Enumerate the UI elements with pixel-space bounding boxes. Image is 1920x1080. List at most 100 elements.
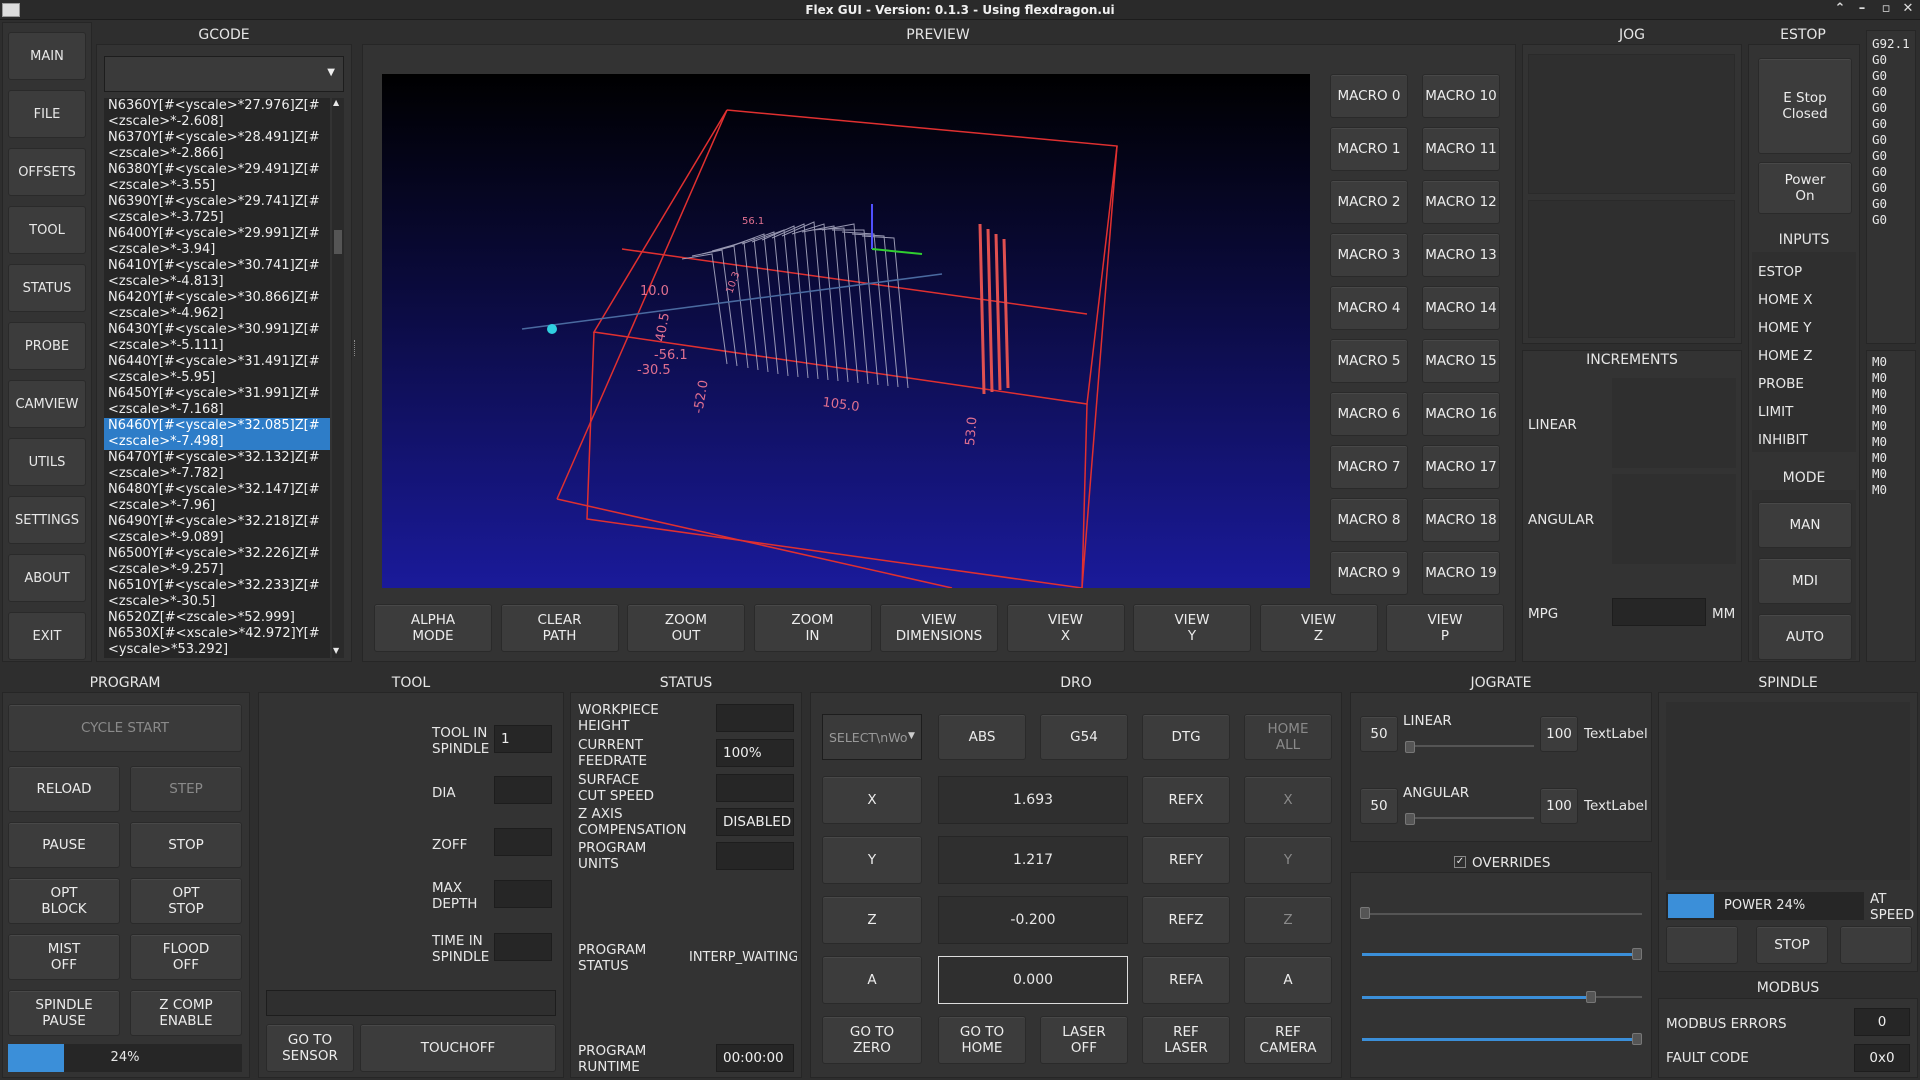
override-slider-1[interactable]: [1362, 913, 1642, 915]
home-y-button[interactable]: Y: [822, 836, 922, 884]
angular-min-button[interactable]: 50: [1360, 788, 1398, 824]
ref-x-button[interactable]: REFX: [1142, 776, 1230, 824]
macro-12-button[interactable]: MACRO 12: [1422, 180, 1500, 224]
gcode-line[interactable]: N6400Y[#<yscale>*29.991]Z[#: [104, 226, 330, 242]
gcode-line[interactable]: <zscale>*-3.94]: [104, 242, 330, 258]
flood-button[interactable]: FLOOD OFF: [130, 934, 242, 980]
spindle-stop-button[interactable]: STOP: [1756, 926, 1828, 964]
macro-2-button[interactable]: MACRO 2: [1330, 180, 1408, 224]
gcode-line[interactable]: <zscale>*-3.55]: [104, 178, 330, 194]
zero-y-button[interactable]: Y: [1244, 836, 1332, 884]
override-slider-2[interactable]: [1362, 953, 1638, 956]
override-handle-3[interactable]: [1586, 991, 1596, 1003]
linear-min-button[interactable]: 50: [1360, 716, 1398, 752]
abs-button[interactable]: ABS: [938, 714, 1026, 760]
gcode-line[interactable]: <zscale>*-7.498]: [104, 434, 330, 450]
macro-10-button[interactable]: MACRO 10: [1422, 74, 1500, 118]
gcode-line[interactable]: N6470Y[#<yscale>*32.132]Z[#: [104, 450, 330, 466]
zero-x-button[interactable]: X: [1244, 776, 1332, 824]
pause-button[interactable]: PAUSE: [8, 822, 120, 868]
gcode-line[interactable]: N6430Y[#<yscale>*30.991]Z[#: [104, 322, 330, 338]
preview-alpha-mode-button[interactable]: ALPHA MODE: [374, 604, 492, 652]
nav-offsets-button[interactable]: OFFSETS: [8, 148, 86, 196]
nav-file-button[interactable]: FILE: [8, 90, 86, 138]
gcode-line[interactable]: <zscale>*-2.608]: [104, 114, 330, 130]
macro-6-button[interactable]: MACRO 6: [1330, 392, 1408, 436]
home-x-button[interactable]: X: [822, 776, 922, 824]
linear-increments[interactable]: [1612, 378, 1736, 468]
spindle-cw-button[interactable]: [1840, 926, 1912, 964]
zero-a-button[interactable]: A: [1244, 956, 1332, 1004]
gcode-line[interactable]: N6530X[#<xscale>*42.972]Y[#: [104, 626, 330, 642]
gcode-line[interactable]: <yscale>*53.292]: [104, 642, 330, 658]
jog-buttons-area-2[interactable]: [1528, 200, 1735, 338]
macro-14-button[interactable]: MACRO 14: [1422, 286, 1500, 330]
ref-laser-button[interactable]: REF LASER: [1142, 1016, 1230, 1064]
home-a-button[interactable]: A: [822, 956, 922, 1004]
gcode-line[interactable]: N6500Y[#<yscale>*32.226]Z[#: [104, 546, 330, 562]
override-slider-3[interactable]: [1362, 996, 1592, 999]
override-handle-4[interactable]: [1632, 1033, 1642, 1045]
mist-button[interactable]: MIST OFF: [8, 934, 120, 980]
gcode-line[interactable]: <zscale>*-4.813]: [104, 274, 330, 290]
gcode-line[interactable]: <zscale>*-5.111]: [104, 338, 330, 354]
nav-about-button[interactable]: ABOUT: [8, 554, 86, 602]
preview-clear-path-button[interactable]: CLEAR PATH: [500, 604, 619, 652]
mode-man-button[interactable]: MAN: [1758, 502, 1852, 548]
nav-utils-button[interactable]: UTILS: [8, 438, 86, 486]
maximize-icon[interactable]: ▫: [1876, 1, 1896, 16]
step-button[interactable]: STEP: [130, 766, 242, 812]
gcode-line[interactable]: N6390Y[#<yscale>*29.741]Z[#: [104, 194, 330, 210]
gcode-line[interactable]: N6360Y[#<yscale>*27.976]Z[#: [104, 98, 330, 114]
override-handle-1[interactable]: [1360, 907, 1370, 919]
gcode-line[interactable]: N6480Y[#<yscale>*32.147]Z[#: [104, 482, 330, 498]
spindle-ccw-button[interactable]: [1666, 926, 1738, 964]
minimize-icon[interactable]: –: [1852, 1, 1872, 16]
macro-17-button[interactable]: MACRO 17: [1422, 445, 1500, 489]
jog-buttons-area[interactable]: [1528, 54, 1735, 194]
preview-view-z-button[interactable]: VIEW Z: [1259, 604, 1378, 652]
scroll-thumb[interactable]: [334, 230, 342, 254]
zero-z-button[interactable]: Z: [1244, 896, 1332, 944]
nav-tool-button[interactable]: TOOL: [8, 206, 86, 254]
gcode-file-select[interactable]: ▼: [104, 56, 344, 92]
go-to-sensor-button[interactable]: GO TO SENSOR: [266, 1024, 354, 1072]
macro-18-button[interactable]: MACRO 18: [1422, 498, 1500, 542]
gcode-line[interactable]: N6370Y[#<yscale>*28.491]Z[#: [104, 130, 330, 146]
gcode-line[interactable]: N6410Y[#<yscale>*30.741]Z[#: [104, 258, 330, 274]
opt-stop-button[interactable]: OPT STOP: [130, 878, 242, 924]
work-offset-select[interactable]: SELECT\nWo: [822, 714, 922, 760]
gcode-line[interactable]: N6440Y[#<yscale>*31.491]Z[#: [104, 354, 330, 370]
estop-button[interactable]: E Stop Closed: [1758, 58, 1852, 154]
dtg-button[interactable]: DTG: [1142, 714, 1230, 760]
macro-3-button[interactable]: MACRO 3: [1330, 233, 1408, 277]
go-to-home-button[interactable]: GO TO HOME: [938, 1016, 1026, 1064]
ref-a-button[interactable]: REFA: [1142, 956, 1230, 1004]
preview-zoom-out-button[interactable]: ZOOM OUT: [627, 604, 745, 652]
mode-auto-button[interactable]: AUTO: [1758, 614, 1852, 660]
nav-camview-button[interactable]: CAMVIEW: [8, 380, 86, 428]
gcode-line[interactable]: <zscale>*-3.725]: [104, 210, 330, 226]
macro-19-button[interactable]: MACRO 19: [1422, 551, 1500, 595]
gcode-scrollbar[interactable]: ▲ ▼: [332, 98, 344, 658]
gcode-line[interactable]: N6490Y[#<yscale>*32.218]Z[#: [104, 514, 330, 530]
macro-8-button[interactable]: MACRO 8: [1330, 498, 1408, 542]
macro-15-button[interactable]: MACRO 15: [1422, 339, 1500, 383]
gcode-line[interactable]: <zscale>*-5.95]: [104, 370, 330, 386]
ref-y-button[interactable]: REFY: [1142, 836, 1230, 884]
nav-settings-button[interactable]: SETTINGS: [8, 496, 86, 544]
preview-view-x-button[interactable]: VIEW X: [1006, 604, 1125, 652]
gcode-line[interactable]: <zscale>*-7.782]: [104, 466, 330, 482]
gcode-line[interactable]: <zscale>*-9.089]: [104, 530, 330, 546]
spindle-pause-button[interactable]: SPINDLE PAUSE: [8, 990, 120, 1036]
reload-button[interactable]: RELOAD: [8, 766, 120, 812]
macro-7-button[interactable]: MACRO 7: [1330, 445, 1408, 489]
angular-jog-slider[interactable]: [1406, 817, 1534, 819]
override-handle-2[interactable]: [1632, 948, 1642, 960]
preview-zoom-in-button[interactable]: ZOOM IN: [753, 604, 872, 652]
gcode-line[interactable]: <zscale>*-7.168]: [104, 402, 330, 418]
zcomp-button[interactable]: Z COMP ENABLE: [130, 990, 242, 1036]
macro-0-button[interactable]: MACRO 0: [1330, 74, 1408, 118]
overrides-checkbox[interactable]: ✓: [1454, 856, 1466, 868]
macro-5-button[interactable]: MACRO 5: [1330, 339, 1408, 383]
